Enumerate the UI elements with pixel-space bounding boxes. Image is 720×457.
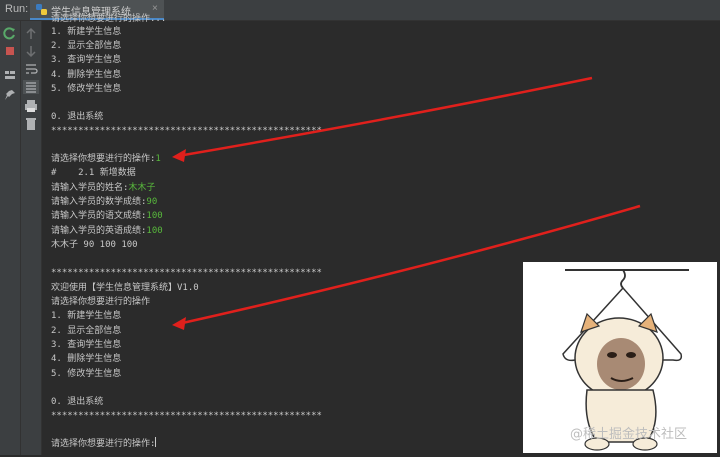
red-arrow-head	[172, 149, 186, 162]
red-arrow-annotation	[177, 76, 593, 158]
watermark: @稀土掘金技术社区	[570, 427, 688, 442]
red-arrow-head	[172, 317, 186, 330]
